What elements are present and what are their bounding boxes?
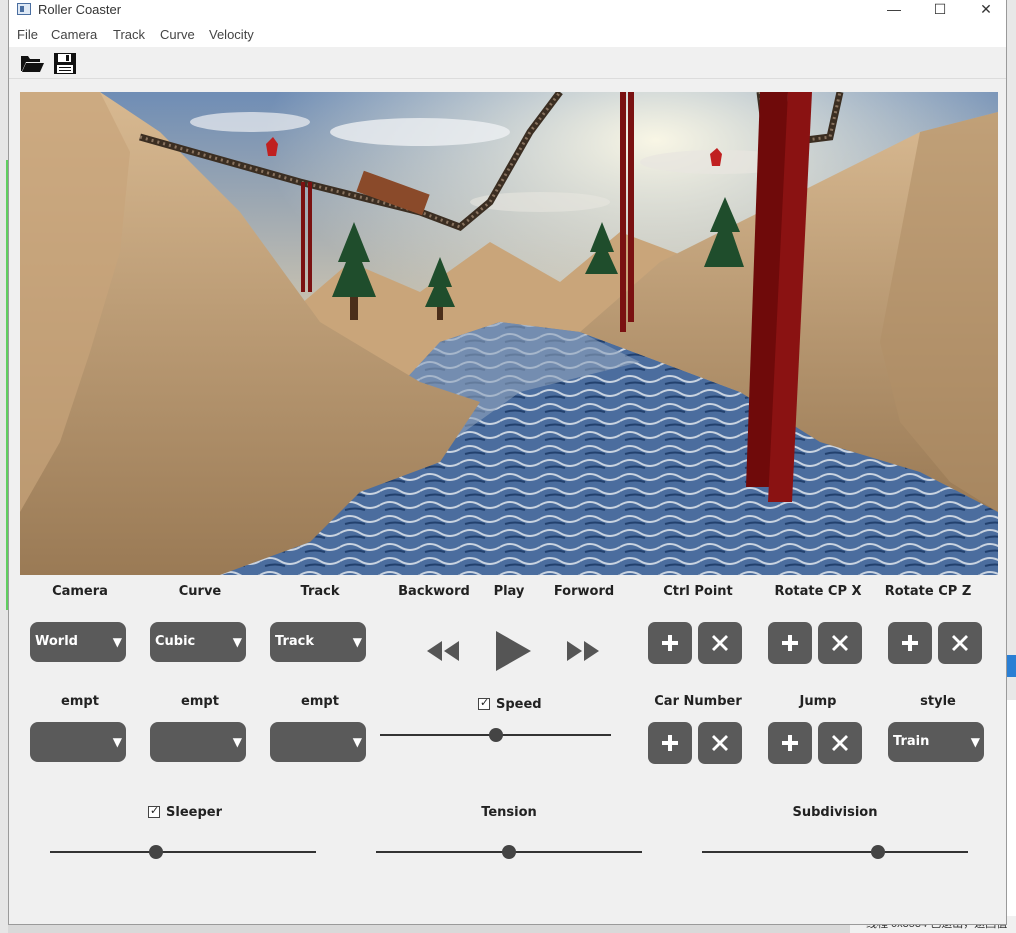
jump-remove-button[interactable] — [818, 722, 862, 764]
chevron-down-icon: ▼ — [232, 635, 242, 649]
window-title: Roller Coaster — [38, 2, 122, 17]
app-icon — [17, 3, 31, 15]
camera-label: Camera — [52, 584, 108, 599]
checkbox-checked-icon — [148, 804, 160, 818]
curve-dropdown-value: Cubic — [155, 634, 196, 649]
slider-track — [702, 851, 968, 853]
folder-open-icon[interactable] — [19, 51, 45, 76]
car-number-label: Car Number — [654, 694, 742, 709]
slider-track — [50, 851, 316, 853]
plus-icon — [662, 735, 678, 751]
save-icon[interactable] — [52, 51, 78, 76]
rotate-cp-x-label: Rotate CP X — [774, 584, 862, 599]
empt-dropdown-2[interactable]: ▼ — [150, 722, 246, 762]
main-window: Roller Coaster — ☐ ✕ File Camera Track C… — [8, 0, 1007, 925]
rotate-x-plus-button[interactable] — [768, 622, 812, 664]
rotate-cp-z-label: Rotate CP Z — [884, 584, 972, 599]
slider-handle[interactable] — [488, 728, 503, 742]
checkbox-checked-icon — [478, 696, 490, 710]
close-icon — [712, 635, 728, 651]
tension-label: Tension — [481, 805, 537, 820]
subdivision-slider[interactable] — [702, 845, 968, 859]
menu-track[interactable]: Track — [113, 27, 145, 42]
menu-velocity[interactable]: Velocity — [209, 27, 254, 42]
forword-label: Forword — [553, 584, 615, 599]
ctrl-point-label: Ctrl Point — [663, 584, 733, 599]
speed-label: Speed — [496, 697, 542, 712]
menu-camera[interactable]: Camera — [51, 27, 97, 42]
sleeper-checkbox[interactable]: Sleeper — [148, 804, 222, 820]
speed-slider[interactable] — [380, 728, 611, 742]
car-number-add-button[interactable] — [648, 722, 692, 764]
close-button[interactable]: ✕ — [963, 0, 1009, 20]
menu-curve[interactable]: Curve — [160, 27, 195, 42]
toolbar — [9, 47, 1006, 79]
sleeper-label: Sleeper — [166, 805, 222, 820]
jump-label: Jump — [799, 694, 837, 709]
close-icon — [952, 635, 968, 651]
plus-icon — [662, 635, 678, 651]
ctrl-point-delete-button[interactable] — [698, 622, 742, 664]
menu-bar: File Camera Track Curve Velocity — [9, 20, 1006, 47]
style-dropdown-value: Train — [893, 734, 930, 749]
style-label: style — [920, 694, 956, 709]
subdivision-label: Subdivision — [792, 805, 878, 820]
track-dropdown[interactable]: Track ▼ — [270, 622, 366, 662]
curve-dropdown[interactable]: Cubic ▼ — [150, 622, 246, 662]
curve-label: Curve — [178, 584, 222, 599]
menu-file[interactable]: File — [17, 27, 38, 42]
empt-label-2: empt — [181, 694, 219, 709]
play-icon[interactable] — [494, 630, 532, 677]
track-dropdown-value: Track — [275, 634, 314, 649]
empt-dropdown-3[interactable]: ▼ — [270, 722, 366, 762]
sleeper-slider[interactable] — [50, 845, 316, 859]
background-window-right — [1007, 0, 1016, 933]
rewind-icon[interactable] — [426, 640, 460, 667]
slider-handle[interactable] — [149, 845, 164, 859]
rotate-z-plus-button[interactable] — [888, 622, 932, 664]
slider-handle[interactable] — [870, 845, 885, 859]
car-number-remove-button[interactable] — [698, 722, 742, 764]
play-label: Play — [493, 584, 525, 599]
rotate-z-minus-button[interactable] — [938, 622, 982, 664]
slider-handle[interactable] — [502, 845, 516, 859]
title-bar[interactable]: Roller Coaster — ☐ ✕ — [9, 0, 1006, 20]
track-label: Track — [300, 584, 340, 599]
close-icon — [832, 635, 848, 651]
background-window-left — [0, 0, 8, 933]
jump-add-button[interactable] — [768, 722, 812, 764]
rotate-x-minus-button[interactable] — [818, 622, 862, 664]
chevron-down-icon: ▼ — [970, 735, 980, 749]
camera-dropdown-value: World — [35, 634, 78, 649]
chevron-down-icon: ▼ — [352, 735, 362, 749]
backword-label: Backword — [398, 584, 470, 599]
plus-icon — [782, 635, 798, 651]
empt-dropdown-1[interactable]: ▼ — [30, 722, 126, 762]
maximize-button[interactable]: ☐ — [917, 0, 963, 20]
close-icon — [832, 735, 848, 751]
close-icon — [712, 735, 728, 751]
chevron-down-icon: ▼ — [112, 735, 122, 749]
chevron-down-icon: ▼ — [352, 635, 362, 649]
tension-slider[interactable] — [376, 845, 642, 859]
plus-icon — [902, 635, 918, 651]
empt-label-1: empt — [61, 694, 99, 709]
empt-label-3: empt — [301, 694, 339, 709]
fast-forward-icon[interactable] — [566, 640, 600, 667]
ctrl-point-add-button[interactable] — [648, 622, 692, 664]
speed-checkbox[interactable]: Speed — [478, 696, 542, 712]
camera-dropdown[interactable]: World ▼ — [30, 622, 126, 662]
minimize-button[interactable]: — — [871, 0, 917, 20]
style-dropdown[interactable]: Train ▼ — [888, 722, 984, 762]
3d-viewport[interactable] — [20, 92, 998, 575]
chevron-down-icon: ▼ — [112, 635, 122, 649]
plus-icon — [782, 735, 798, 751]
chevron-down-icon: ▼ — [232, 735, 242, 749]
